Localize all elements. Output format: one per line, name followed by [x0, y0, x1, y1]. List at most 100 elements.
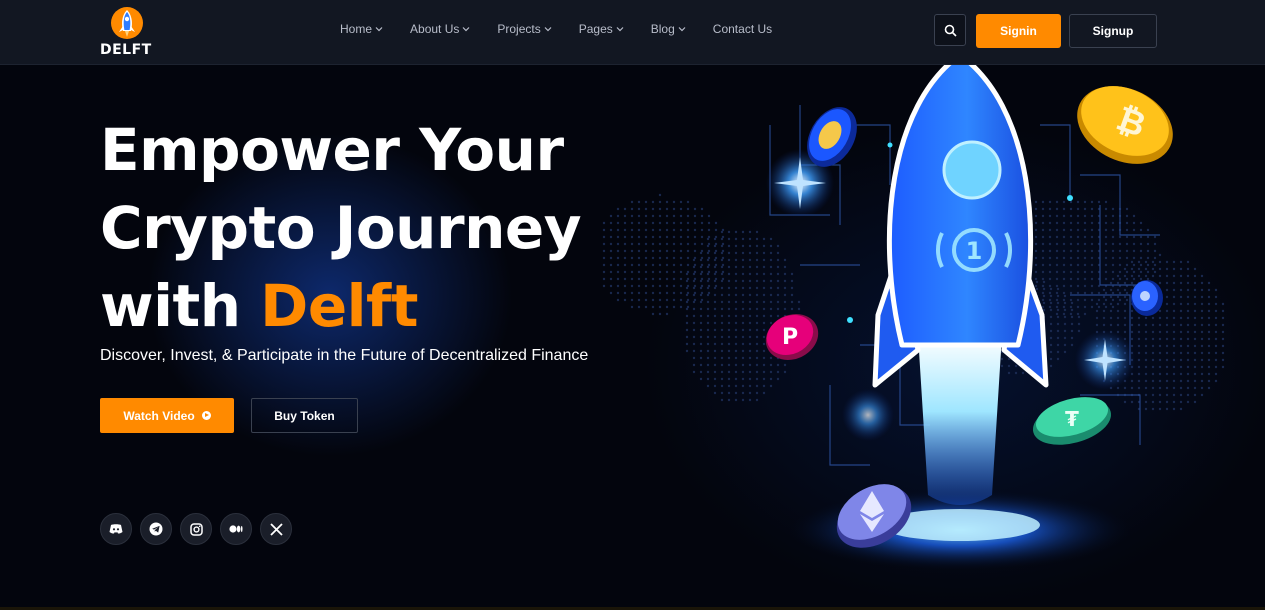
map-dot: [707, 228, 711, 232]
map-dot: [713, 258, 717, 262]
map-dot: [748, 237, 752, 241]
logo[interactable]: DELFT: [100, 4, 156, 60]
headline-line-3-prefix: with: [100, 272, 261, 340]
map-dot: [1083, 207, 1087, 211]
map-dot: [1048, 228, 1052, 232]
map-dot: [644, 214, 648, 218]
map-dot: [790, 272, 794, 276]
map-dot: [1125, 291, 1129, 295]
map-dot: [651, 242, 655, 246]
map-dot: [1158, 365, 1162, 369]
telegram-link[interactable]: [140, 513, 172, 545]
map-dot: [734, 272, 738, 276]
nav-item-contact-us[interactable]: Contact Us: [713, 22, 772, 36]
map-dot: [720, 328, 724, 332]
map-dot: [1172, 393, 1176, 397]
map-dot: [1111, 277, 1115, 281]
map-dot: [706, 244, 710, 248]
map-dot: [762, 265, 766, 269]
map-dot: [1034, 207, 1038, 211]
nav-item-pages[interactable]: Pages: [579, 22, 624, 36]
map-dot: [679, 242, 683, 246]
buy-token-button[interactable]: Buy Token: [251, 398, 358, 433]
map-dot: [734, 384, 738, 388]
map-dot: [1049, 308, 1053, 312]
map-dot: [1172, 302, 1176, 306]
map-dot: [665, 207, 669, 211]
map-dot: [755, 272, 759, 276]
x-link[interactable]: [260, 513, 292, 545]
map-dot: [651, 305, 655, 309]
map-dot: [1179, 323, 1183, 327]
map-dot: [1111, 263, 1115, 267]
map-dot: [672, 270, 676, 274]
map-dot: [776, 363, 780, 367]
map-dot: [1151, 337, 1155, 341]
map-dot: [1090, 235, 1094, 239]
map-dot: [1104, 242, 1108, 246]
signup-button[interactable]: Signup: [1069, 14, 1157, 48]
map-dot: [1097, 291, 1101, 295]
map-dot: [623, 256, 627, 260]
map-dot: [637, 256, 641, 260]
map-dot: [692, 342, 696, 346]
map-dot: [1186, 372, 1190, 376]
map-dot: [1049, 350, 1053, 354]
map-dot: [713, 328, 717, 332]
search-button[interactable]: [934, 14, 966, 46]
map-dot: [762, 342, 766, 346]
map-dot: [1137, 337, 1141, 341]
map-dot: [1179, 330, 1183, 334]
map-dot: [1069, 221, 1073, 225]
map-dot: [1125, 214, 1129, 218]
map-dot: [1193, 302, 1197, 306]
map-dot: [727, 272, 731, 276]
map-dot: [720, 321, 724, 325]
nav-item-label: Contact Us: [712, 22, 773, 36]
map-dot: [1069, 298, 1073, 302]
signin-button[interactable]: Signin: [976, 14, 1061, 48]
map-dot: [672, 284, 676, 288]
map-dot: [1153, 235, 1157, 239]
watch-video-button[interactable]: Watch Video: [100, 398, 234, 433]
map-dot: [713, 349, 717, 353]
map-dot: [1132, 277, 1136, 281]
map-dot: [783, 293, 787, 297]
map-dot: [623, 277, 627, 281]
map-dot: [665, 242, 669, 246]
nav-item-blog[interactable]: Blog: [651, 22, 686, 36]
map-dot: [1048, 235, 1052, 239]
medium-link[interactable]: [220, 513, 252, 545]
nav-item-projects[interactable]: Projects: [497, 22, 552, 36]
map-dot: [700, 228, 704, 232]
map-dot: [616, 221, 620, 225]
map-dot: [1132, 263, 1136, 267]
map-dot: [741, 286, 745, 290]
map-dot: [1172, 351, 1176, 355]
map-dot: [609, 221, 613, 225]
instagram-link[interactable]: [180, 513, 212, 545]
map-dot: [685, 349, 689, 353]
nav-item-about-us[interactable]: About Us: [410, 22, 470, 36]
map-dot: [1144, 365, 1148, 369]
map-dot: [1186, 344, 1190, 348]
nav-item-home[interactable]: Home: [340, 22, 383, 36]
map-dot: [1034, 277, 1038, 281]
map-dot: [1062, 291, 1066, 295]
map-dot: [692, 279, 696, 283]
discord-link[interactable]: [100, 513, 132, 545]
map-dot: [1048, 263, 1052, 267]
map-dot: [1111, 291, 1115, 295]
map-dot: [1179, 372, 1183, 376]
map-dot: [1069, 207, 1073, 211]
map-dot: [1186, 260, 1190, 264]
map-dot: [637, 235, 641, 239]
map-dot: [699, 363, 703, 367]
map-dot: [1172, 344, 1176, 348]
map-dot: [1111, 298, 1115, 302]
map-dot: [693, 221, 697, 225]
map-dot: [741, 251, 745, 255]
map-dot: [1111, 207, 1115, 211]
map-dot: [1069, 249, 1073, 253]
map-dot: [1137, 267, 1141, 271]
